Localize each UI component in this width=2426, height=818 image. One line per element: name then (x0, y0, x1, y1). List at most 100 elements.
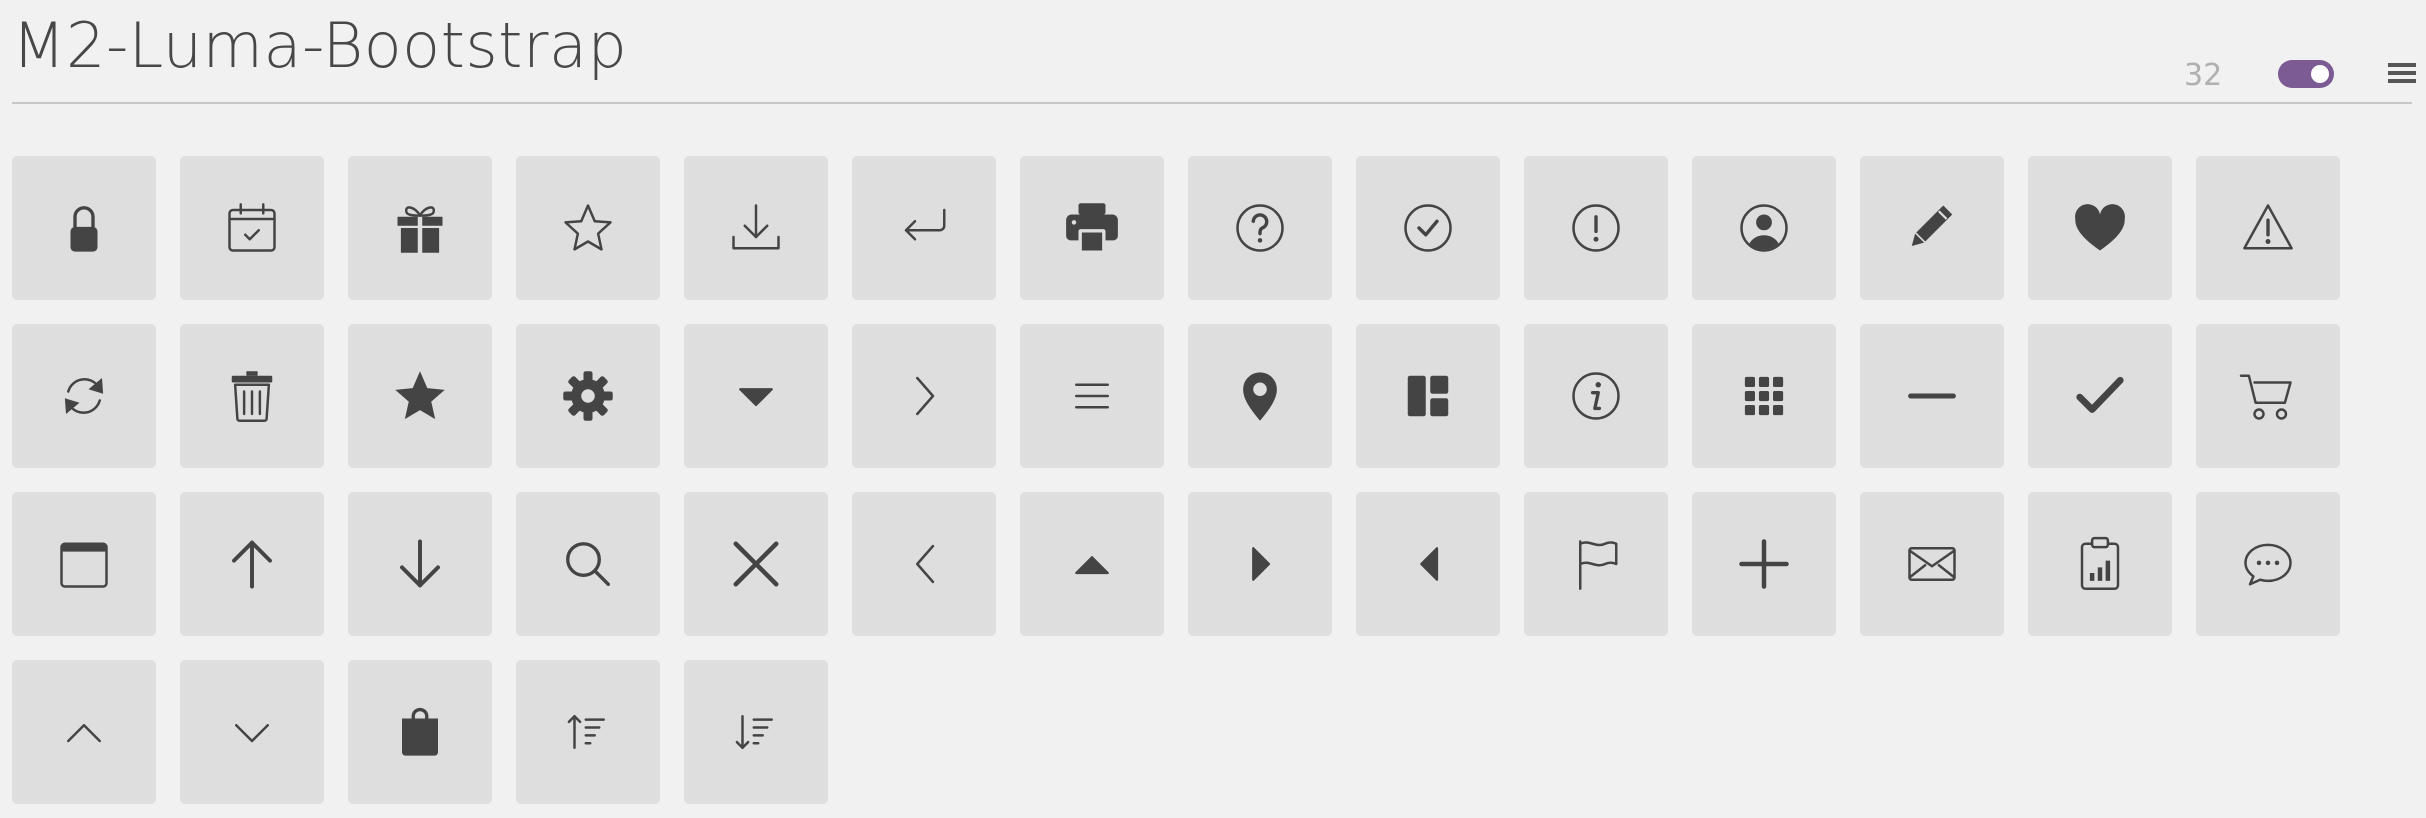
icon-tile[interactable] (852, 324, 996, 468)
icon-tile[interactable] (684, 324, 828, 468)
icon-tile[interactable] (180, 156, 324, 300)
search-icon (566, 542, 610, 586)
icon-tile[interactable] (1188, 156, 1332, 300)
gift-icon (397, 206, 443, 255)
icon-tile[interactable] (1356, 492, 1500, 636)
download-icon (732, 204, 780, 250)
lock-icon (70, 206, 98, 252)
icon-tile[interactable] (516, 156, 660, 300)
icon-tile[interactable] (852, 156, 996, 300)
icon-tile[interactable] (1020, 156, 1164, 300)
plus-icon (1739, 539, 1789, 589)
icon-tile[interactable] (852, 492, 996, 636)
icon-tile[interactable] (180, 324, 324, 468)
user-circle-icon (1740, 204, 1788, 252)
icon-tile[interactable] (1524, 156, 1668, 300)
icon-tile[interactable] (684, 156, 828, 300)
checkmark-icon (2076, 376, 2124, 413)
icon-tile[interactable] (1356, 156, 1500, 300)
icon-tile[interactable] (1524, 492, 1668, 636)
clipboard-chart-icon (2080, 536, 2120, 590)
icon-tile[interactable] (12, 324, 156, 468)
star-outline-icon (564, 204, 612, 251)
chevron-up-icon (67, 724, 101, 743)
calendar-icon (60, 542, 108, 588)
icon-tile[interactable] (1020, 492, 1164, 636)
list-view-button[interactable] (2386, 61, 2418, 85)
icon-tile[interactable] (12, 156, 156, 300)
exclamation-circle-icon (1572, 204, 1620, 252)
menu-lines-icon (1075, 383, 1109, 409)
icon-tile[interactable] (1692, 324, 1836, 468)
star-filled-icon (395, 371, 445, 420)
apps-grid-icon (1744, 376, 1784, 416)
trash-icon (231, 371, 273, 422)
return-arrow-icon (904, 208, 946, 241)
question-circle-icon (1236, 204, 1284, 252)
icon-tile[interactable] (2028, 156, 2172, 300)
icon-tile[interactable] (1188, 324, 1332, 468)
envelope-icon (1908, 547, 1956, 581)
icon-tile[interactable] (348, 324, 492, 468)
gear-icon (563, 371, 613, 421)
chevron-down-icon (235, 724, 269, 743)
icon-tile[interactable] (1524, 324, 1668, 468)
icon-count: 32 (2184, 58, 2223, 93)
check-circle-icon (1404, 204, 1452, 252)
icon-tile[interactable] (180, 660, 324, 804)
icon-tile[interactable] (2196, 156, 2340, 300)
icon-tile[interactable] (1020, 324, 1164, 468)
icon-tile[interactable] (180, 492, 324, 636)
icon-tile[interactable] (12, 492, 156, 636)
heart-icon (2075, 204, 2125, 251)
layout-grid-icon (1407, 375, 1449, 417)
icon-tile[interactable] (348, 660, 492, 804)
shopping-bag-icon (402, 707, 438, 756)
icon-tile[interactable] (684, 492, 828, 636)
icon-tile[interactable] (1356, 324, 1500, 468)
caret-down-icon (739, 388, 773, 407)
flag-icon (1579, 540, 1618, 590)
icon-tile[interactable] (516, 492, 660, 636)
icon-tile[interactable] (1188, 492, 1332, 636)
refresh-icon (64, 378, 104, 414)
icon-tile[interactable] (2028, 492, 2172, 636)
icon-tile[interactable] (348, 492, 492, 636)
icon-grid (12, 156, 2340, 804)
caret-right-icon (1252, 547, 1271, 581)
list-icon (2388, 63, 2416, 83)
icon-tile[interactable] (1860, 156, 2004, 300)
icon-tile[interactable] (12, 660, 156, 804)
chevron-right-icon (916, 376, 935, 416)
close-x-icon (733, 541, 779, 587)
page-title: M2-Luma-Bootstrap (12, 9, 628, 82)
pencil-icon (1911, 205, 1953, 246)
icon-tile[interactable] (2028, 324, 2172, 468)
shopping-cart-icon (2239, 374, 2292, 420)
icon-tile[interactable] (2196, 492, 2340, 636)
caret-left-icon (1420, 547, 1439, 581)
chat-bubble-icon (2244, 543, 2292, 586)
info-circle-icon (1572, 372, 1620, 420)
icon-tile[interactable] (1692, 492, 1836, 636)
icon-tile[interactable] (684, 660, 828, 804)
page-header: M2-Luma-Bootstrap 32 (12, 0, 2416, 104)
sort-ascending-icon (567, 715, 605, 749)
arrow-down-icon (400, 539, 440, 588)
sort-descending-icon (735, 715, 773, 749)
icon-tile[interactable] (2196, 324, 2340, 468)
view-toggle[interactable] (2278, 60, 2334, 88)
icon-tile[interactable] (1692, 156, 1836, 300)
calendar-check-icon (228, 203, 276, 252)
minus-icon (1908, 393, 1956, 399)
arrow-up-icon (232, 540, 272, 589)
chevron-left-icon (916, 544, 935, 584)
icon-tile[interactable] (348, 156, 492, 300)
printer-icon (1066, 203, 1118, 252)
warning-triangle-icon (2243, 204, 2293, 250)
icon-tile[interactable] (1860, 492, 2004, 636)
icon-tile[interactable] (516, 660, 660, 804)
icon-tile[interactable] (1860, 324, 2004, 468)
icon-tile[interactable] (516, 324, 660, 468)
map-pin-icon (1243, 372, 1277, 421)
